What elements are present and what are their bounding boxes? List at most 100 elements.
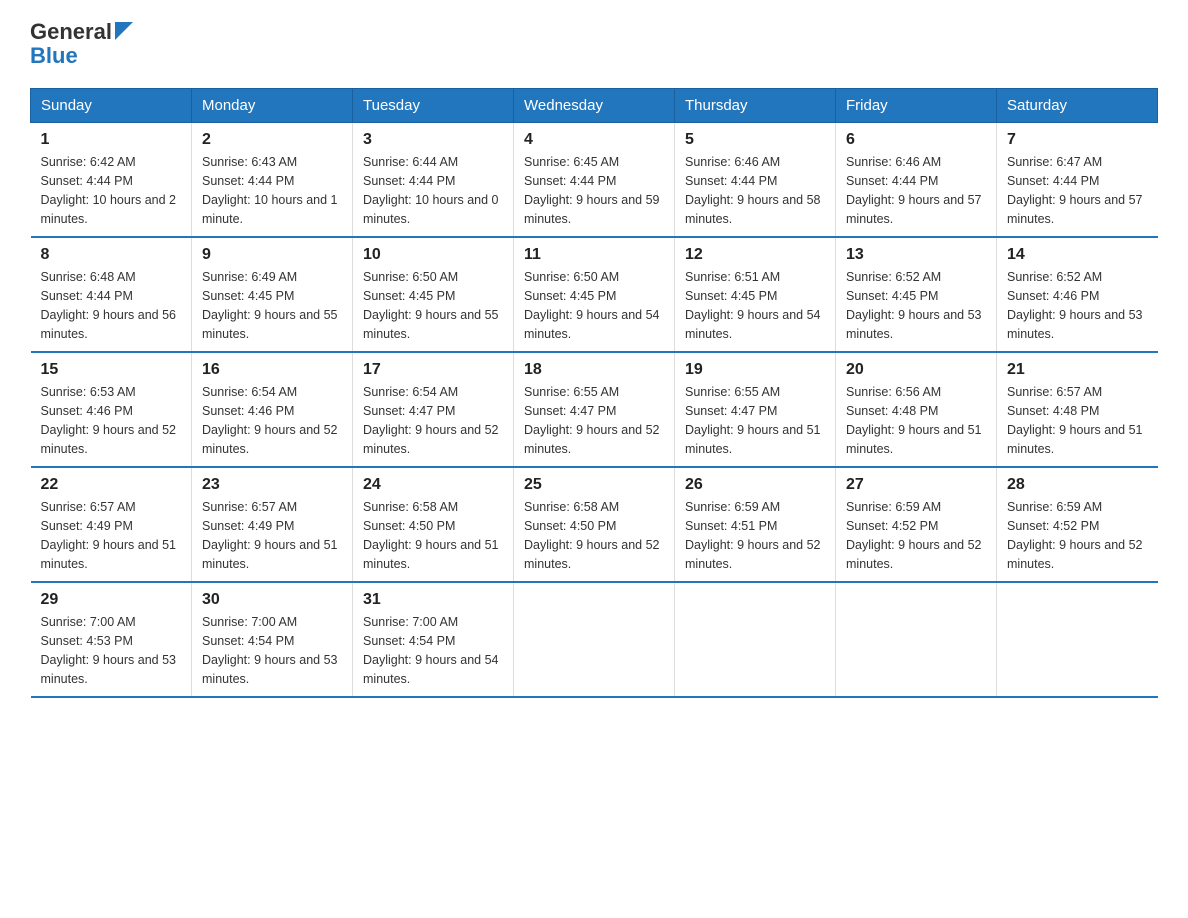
day-number: 7 — [1007, 131, 1148, 149]
calendar-cell: 20 Sunrise: 6:56 AMSunset: 4:48 PMDayligh… — [836, 352, 997, 467]
day-number: 10 — [363, 246, 503, 264]
calendar-cell: 13 Sunrise: 6:52 AMSunset: 4:45 PMDayligh… — [836, 237, 997, 352]
calendar-cell: 12 Sunrise: 6:51 AMSunset: 4:45 PMDayligh… — [675, 237, 836, 352]
weekday-header-monday: Monday — [192, 89, 353, 123]
day-number: 19 — [685, 361, 825, 379]
calendar-cell: 1 Sunrise: 6:42 AMSunset: 4:44 PMDaylight… — [31, 123, 192, 238]
calendar-cell: 2Sunrise: 6:43 AMSunset: 4:44 PMDaylight… — [192, 123, 353, 238]
day-info: Sunrise: 6:42 AMSunset: 4:44 PMDaylight:… — [41, 153, 182, 228]
day-number: 31 — [363, 591, 503, 609]
day-number: 26 — [685, 476, 825, 494]
weekday-header-wednesday: Wednesday — [514, 89, 675, 123]
day-number: 4 — [524, 131, 664, 149]
day-info: Sunrise: 6:47 AMSunset: 4:44 PMDaylight:… — [1007, 153, 1148, 228]
calendar-cell — [514, 582, 675, 697]
day-info: Sunrise: 6:43 AMSunset: 4:44 PMDaylight:… — [202, 153, 342, 228]
day-info: Sunrise: 6:57 AMSunset: 4:48 PMDaylight:… — [1007, 383, 1148, 458]
day-info: Sunrise: 7:00 AMSunset: 4:53 PMDaylight:… — [41, 613, 182, 688]
day-number: 21 — [1007, 361, 1148, 379]
day-info: Sunrise: 6:50 AMSunset: 4:45 PMDaylight:… — [524, 268, 664, 343]
day-number: 1 — [41, 131, 182, 149]
day-number: 29 — [41, 591, 182, 609]
day-number: 12 — [685, 246, 825, 264]
day-number: 11 — [524, 246, 664, 264]
calendar-cell: 7 Sunrise: 6:47 AMSunset: 4:44 PMDaylight… — [997, 123, 1158, 238]
weekday-header-thursday: Thursday — [675, 89, 836, 123]
day-number: 22 — [41, 476, 182, 494]
calendar-cell: 9 Sunrise: 6:49 AMSunset: 4:45 PMDaylight… — [192, 237, 353, 352]
calendar-cell: 6 Sunrise: 6:46 AMSunset: 4:44 PMDaylight… — [836, 123, 997, 238]
day-info: Sunrise: 6:55 AMSunset: 4:47 PMDaylight:… — [524, 383, 664, 458]
logo-blue-text: Blue — [30, 43, 78, 68]
calendar-cell: 27 Sunrise: 6:59 AMSunset: 4:52 PMDayligh… — [836, 467, 997, 582]
calendar-cell: 8 Sunrise: 6:48 AMSunset: 4:44 PMDaylight… — [31, 237, 192, 352]
day-info: Sunrise: 6:54 AMSunset: 4:46 PMDaylight:… — [202, 383, 342, 458]
calendar-cell: 21 Sunrise: 6:57 AMSunset: 4:48 PMDayligh… — [997, 352, 1158, 467]
day-info: Sunrise: 6:55 AMSunset: 4:47 PMDaylight:… — [685, 383, 825, 458]
day-info: Sunrise: 6:46 AMSunset: 4:44 PMDaylight:… — [685, 153, 825, 228]
calendar-table: SundayMondayTuesdayWednesdayThursdayFrid… — [30, 88, 1158, 698]
calendar-cell: 15Sunrise: 6:53 AMSunset: 4:46 PMDayligh… — [31, 352, 192, 467]
day-number: 27 — [846, 476, 986, 494]
day-number: 9 — [202, 246, 342, 264]
week-row-2: 8 Sunrise: 6:48 AMSunset: 4:44 PMDaylight… — [31, 237, 1158, 352]
day-number: 6 — [846, 131, 986, 149]
calendar-cell: 31 Sunrise: 7:00 AMSunset: 4:54 PMDayligh… — [353, 582, 514, 697]
calendar-cell: 4 Sunrise: 6:45 AMSunset: 4:44 PMDaylight… — [514, 123, 675, 238]
calendar-cell: 17Sunrise: 6:54 AMSunset: 4:47 PMDayligh… — [353, 352, 514, 467]
calendar-cell — [997, 582, 1158, 697]
day-info: Sunrise: 6:59 AMSunset: 4:51 PMDaylight:… — [685, 498, 825, 573]
day-number: 25 — [524, 476, 664, 494]
calendar-cell: 26 Sunrise: 6:59 AMSunset: 4:51 PMDayligh… — [675, 467, 836, 582]
day-number: 17 — [363, 361, 503, 379]
day-number: 8 — [41, 246, 182, 264]
day-info: Sunrise: 6:52 AMSunset: 4:45 PMDaylight:… — [846, 268, 986, 343]
day-info: Sunrise: 6:46 AMSunset: 4:44 PMDaylight:… — [846, 153, 986, 228]
day-info: Sunrise: 6:45 AMSunset: 4:44 PMDaylight:… — [524, 153, 664, 228]
day-info: Sunrise: 7:00 AMSunset: 4:54 PMDaylight:… — [363, 613, 503, 688]
day-number: 20 — [846, 361, 986, 379]
calendar-cell: 22 Sunrise: 6:57 AMSunset: 4:49 PMDayligh… — [31, 467, 192, 582]
calendar-cell: 10 Sunrise: 6:50 AMSunset: 4:45 PMDayligh… — [353, 237, 514, 352]
weekday-header-row: SundayMondayTuesdayWednesdayThursdayFrid… — [31, 89, 1158, 123]
day-number: 3 — [363, 131, 503, 149]
calendar-cell — [675, 582, 836, 697]
week-row-3: 15Sunrise: 6:53 AMSunset: 4:46 PMDayligh… — [31, 352, 1158, 467]
day-info: Sunrise: 6:50 AMSunset: 4:45 PMDaylight:… — [363, 268, 503, 343]
day-number: 18 — [524, 361, 664, 379]
day-info: Sunrise: 6:48 AMSunset: 4:44 PMDaylight:… — [41, 268, 182, 343]
calendar-cell: 29 Sunrise: 7:00 AMSunset: 4:53 PMDayligh… — [31, 582, 192, 697]
calendar-cell: 28 Sunrise: 6:59 AMSunset: 4:52 PMDayligh… — [997, 467, 1158, 582]
day-number: 24 — [363, 476, 503, 494]
day-info: Sunrise: 6:58 AMSunset: 4:50 PMDaylight:… — [363, 498, 503, 573]
day-number: 13 — [846, 246, 986, 264]
calendar-cell: 5 Sunrise: 6:46 AMSunset: 4:44 PMDaylight… — [675, 123, 836, 238]
day-number: 15 — [41, 361, 182, 379]
day-number: 5 — [685, 131, 825, 149]
calendar-cell: 19 Sunrise: 6:55 AMSunset: 4:47 PMDayligh… — [675, 352, 836, 467]
day-number: 28 — [1007, 476, 1148, 494]
week-row-1: 1 Sunrise: 6:42 AMSunset: 4:44 PMDaylight… — [31, 123, 1158, 238]
calendar-cell: 3 Sunrise: 6:44 AMSunset: 4:44 PMDaylight… — [353, 123, 514, 238]
day-number: 14 — [1007, 246, 1148, 264]
day-info: Sunrise: 6:59 AMSunset: 4:52 PMDaylight:… — [1007, 498, 1148, 573]
weekday-header-tuesday: Tuesday — [353, 89, 514, 123]
day-info: Sunrise: 6:44 AMSunset: 4:44 PMDaylight:… — [363, 153, 503, 228]
logo-general-text: General — [30, 20, 112, 44]
week-row-4: 22 Sunrise: 6:57 AMSunset: 4:49 PMDayligh… — [31, 467, 1158, 582]
calendar-cell: 14Sunrise: 6:52 AMSunset: 4:46 PMDayligh… — [997, 237, 1158, 352]
day-number: 16 — [202, 361, 342, 379]
day-info: Sunrise: 6:56 AMSunset: 4:48 PMDaylight:… — [846, 383, 986, 458]
calendar-cell: 23 Sunrise: 6:57 AMSunset: 4:49 PMDayligh… — [192, 467, 353, 582]
day-info: Sunrise: 6:57 AMSunset: 4:49 PMDaylight:… — [41, 498, 182, 573]
day-info: Sunrise: 6:57 AMSunset: 4:49 PMDaylight:… — [202, 498, 342, 573]
calendar-cell — [836, 582, 997, 697]
calendar-cell: 30Sunrise: 7:00 AMSunset: 4:54 PMDayligh… — [192, 582, 353, 697]
day-info: Sunrise: 7:00 AMSunset: 4:54 PMDaylight:… — [202, 613, 342, 688]
day-info: Sunrise: 6:49 AMSunset: 4:45 PMDaylight:… — [202, 268, 342, 343]
calendar-cell: 18 Sunrise: 6:55 AMSunset: 4:47 PMDayligh… — [514, 352, 675, 467]
day-info: Sunrise: 6:59 AMSunset: 4:52 PMDaylight:… — [846, 498, 986, 573]
day-info: Sunrise: 6:51 AMSunset: 4:45 PMDaylight:… — [685, 268, 825, 343]
calendar-cell: 16 Sunrise: 6:54 AMSunset: 4:46 PMDayligh… — [192, 352, 353, 467]
day-number: 23 — [202, 476, 342, 494]
